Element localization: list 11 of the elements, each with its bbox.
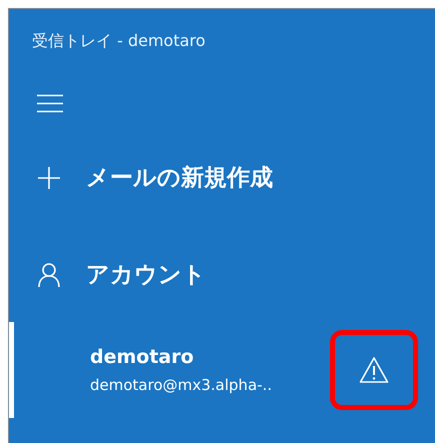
- account-name: demotaro: [90, 346, 195, 368]
- person-icon: [38, 262, 60, 286]
- account-item[interactable]: demotaro demotaro@mx3.alpha-..: [9, 322, 435, 418]
- new-mail-button[interactable]: メールの新規作成: [38, 162, 273, 193]
- window-title: 受信トレイ - demotaro: [32, 31, 206, 52]
- account-email: demotaro@mx3.alpha-..: [90, 376, 273, 394]
- plus-icon: [38, 166, 60, 188]
- menu-icon[interactable]: [37, 94, 63, 114]
- accounts-heading: アカウント: [86, 261, 206, 290]
- new-mail-label: メールの新規作成: [86, 164, 273, 193]
- warning-icon: [359, 356, 389, 384]
